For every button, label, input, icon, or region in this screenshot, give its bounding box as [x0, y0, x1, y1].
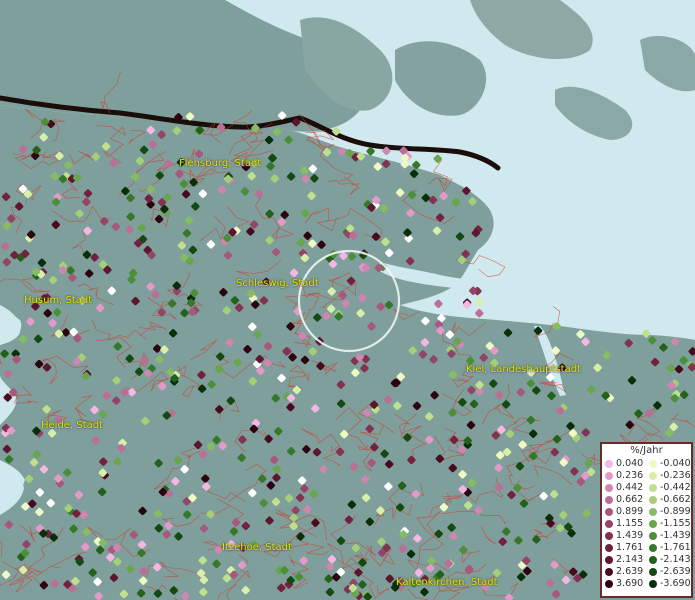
legend-swatch — [649, 484, 657, 492]
legend-label: -2.639 — [660, 566, 691, 577]
city-label-kiel: Kiel, Landeshauptstadt — [466, 364, 581, 375]
legend-label: 0.236 — [616, 470, 644, 481]
legend-label: 0.662 — [616, 494, 644, 505]
legend-swatch — [649, 520, 657, 528]
legend-label: -1.439 — [660, 530, 691, 541]
legend-row: 0.040 -0.040 — [605, 458, 693, 470]
legend-swatch — [649, 460, 657, 468]
legend-swatch — [649, 568, 657, 576]
legend-swatch — [649, 508, 657, 516]
legend-swatch — [605, 460, 613, 468]
legend-row: 2.639 -2.639 — [605, 566, 693, 578]
legend-label: -1.761 — [660, 542, 691, 553]
legend-row: 1.155 -1.155 — [605, 518, 693, 530]
legend-row: 1.439 -1.439 — [605, 530, 693, 542]
legend-label: 1.155 — [616, 518, 644, 529]
legend: %/Jahr 0.040 -0.040 0.236 -0.236 0.442 -0.442… — [600, 442, 693, 598]
legend-label: -0.442 — [660, 482, 691, 493]
legend-swatch — [605, 472, 613, 480]
map-view[interactable]: Flensburg, Stadt Schleswig, Stadt Husum,… — [0, 0, 695, 600]
legend-row: 0.662 -0.662 — [605, 494, 693, 506]
city-label-heide: Heide, Stadt — [41, 420, 103, 431]
legend-swatch — [649, 556, 657, 564]
legend-swatch — [605, 532, 613, 540]
legend-label: -0.662 — [660, 494, 691, 505]
city-label-itzehoe: Itzehoe, Stadt — [222, 542, 292, 553]
legend-label: 2.639 — [616, 566, 644, 577]
legend-label: -1.155 — [660, 518, 691, 529]
legend-swatch — [649, 580, 657, 588]
legend-swatch — [605, 484, 613, 492]
legend-label: 0.040 — [616, 458, 644, 469]
legend-label: 1.439 — [616, 530, 644, 541]
legend-grid: 0.040 -0.040 0.236 -0.236 0.442 -0.442 0.662 -0… — [605, 458, 693, 590]
legend-label: 1.761 — [616, 542, 644, 553]
map-canvas[interactable] — [0, 0, 695, 600]
legend-label: -0.236 — [660, 470, 691, 481]
legend-row: 0.236 -0.236 — [605, 470, 693, 482]
legend-row: 0.899 -0.899 — [605, 506, 693, 518]
legend-swatch — [605, 496, 613, 504]
legend-swatch — [605, 544, 613, 552]
legend-row: 2.143 -2.143 — [605, 554, 693, 566]
legend-title: %/Jahr — [630, 445, 663, 456]
legend-label: 3.690 — [616, 578, 644, 589]
legend-row: 3.690 -3.690 — [605, 578, 693, 590]
city-label-flensburg: Flensburg, Stadt — [179, 158, 262, 169]
legend-row: 0.442 -0.442 — [605, 482, 693, 494]
legend-label: -3.690 — [660, 578, 691, 589]
legend-label: -0.899 — [660, 506, 691, 517]
city-label-kaltenkirchen: Kaltenkirchen, Stadt — [396, 577, 498, 588]
legend-swatch — [649, 472, 657, 480]
legend-swatch — [605, 568, 613, 576]
legend-swatch — [649, 544, 657, 552]
legend-swatch — [605, 580, 613, 588]
legend-label: 0.899 — [616, 506, 644, 517]
legend-row: 1.761 -1.761 — [605, 542, 693, 554]
legend-label: -2.143 — [660, 554, 691, 565]
legend-label: 2.143 — [616, 554, 644, 565]
legend-label: -0.040 — [660, 458, 691, 469]
city-label-schleswig: Schleswig, Stadt — [236, 278, 319, 289]
legend-label: 0.442 — [616, 482, 644, 493]
legend-swatch — [649, 532, 657, 540]
legend-swatch — [605, 520, 613, 528]
city-label-husum: Husum, Stadt — [24, 295, 93, 306]
legend-swatch — [649, 496, 657, 504]
legend-swatch — [605, 556, 613, 564]
legend-swatch — [605, 508, 613, 516]
